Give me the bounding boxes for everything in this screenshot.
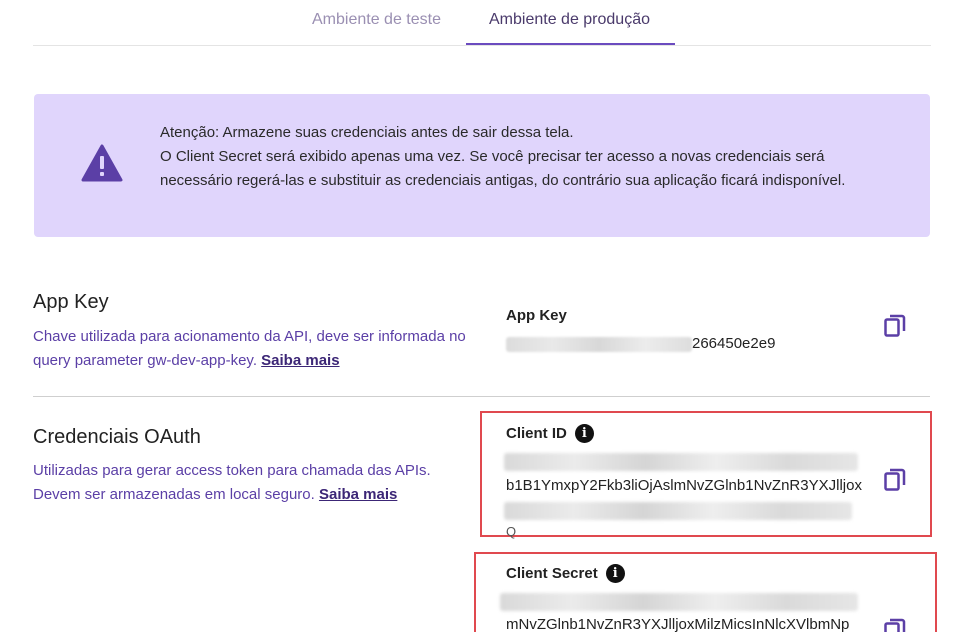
client-id-label-text: Client ID [506, 425, 567, 442]
copy-app-key-icon[interactable] [884, 314, 906, 338]
client-secret-info-icon[interactable]: i [605, 564, 625, 583]
app-key-visible-part: 266450e2e9 [692, 335, 776, 352]
client-id-redacted-line-3 [504, 502, 852, 520]
environment-tabs: Ambiente de teste Ambiente de produção [33, 0, 931, 46]
client-id-field-label: Client ID i [506, 424, 594, 443]
client-secret-value: mNvZGlnb1NvZnR3YXJlljoxMilzMicsInNlcXVlb… [506, 616, 850, 632]
warning-alert: Atenção: Armazene suas credenciais antes… [34, 94, 930, 237]
client-secret-field-label: Client Secret i [506, 564, 625, 583]
oauth-title: Credenciais OAuth [33, 426, 201, 448]
alert-line-2: O Client Secret será exibido apenas uma … [160, 148, 846, 189]
app-key-value: 266450e2e9 [506, 335, 775, 352]
tab-test-environment[interactable]: Ambiente de teste [312, 11, 441, 29]
tab-production-environment[interactable]: Ambiente de produção [489, 11, 650, 29]
app-key-label-text: App Key [506, 307, 567, 324]
alert-message: Atenção: Armazene suas credenciais antes… [160, 121, 880, 193]
client-id-info-icon[interactable]: i [574, 424, 594, 443]
copy-client-secret-icon[interactable] [884, 618, 906, 632]
client-id-tail: Q [506, 524, 517, 539]
warning-triangle-icon [81, 144, 123, 182]
app-key-description: Chave utilizada para acionamento da API,… [33, 325, 473, 373]
section-divider [33, 396, 930, 397]
client-secret-redacted-line-1 [500, 593, 858, 611]
client-secret-label-text: Client Secret [506, 565, 598, 582]
copy-client-id-icon[interactable] [884, 468, 906, 492]
app-key-redacted [506, 336, 692, 352]
app-key-learn-more-link[interactable]: Saiba mais [261, 352, 339, 369]
alert-line-1: Atenção: Armazene suas credenciais antes… [160, 124, 574, 141]
active-tab-indicator [466, 43, 675, 45]
app-key-field-label: App Key [506, 307, 567, 324]
app-key-title: App Key [33, 291, 109, 313]
oauth-description: Utilizadas para gerar access token para … [33, 459, 473, 507]
client-id-redacted-line-1 [504, 453, 858, 471]
app-key-desc-text: Chave utilizada para acionamento da API,… [33, 328, 466, 369]
oauth-learn-more-link[interactable]: Saiba mais [319, 486, 397, 503]
client-id-value: b1B1YmxpY2Fkb3liOjAslmNvZGlnb1NvZnR3YXJl… [506, 477, 862, 494]
